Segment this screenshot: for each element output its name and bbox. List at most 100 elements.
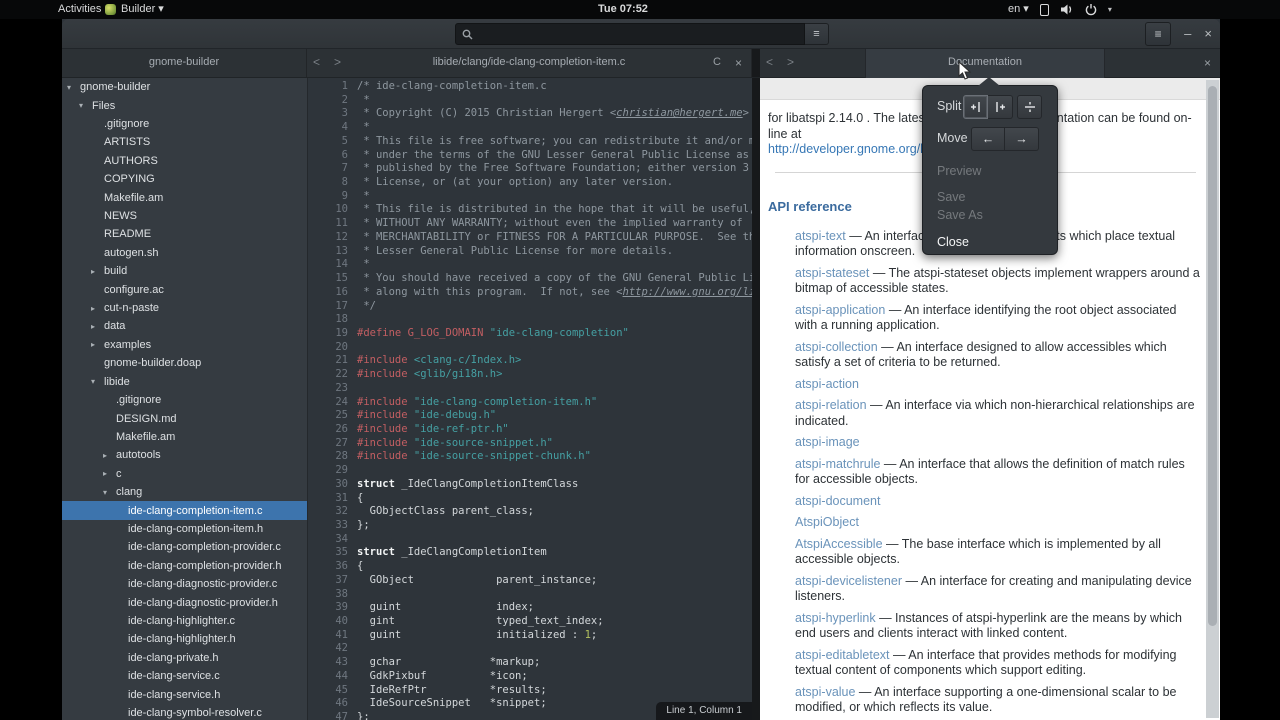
- tree-item-ARTISTS[interactable]: ARTISTS: [62, 133, 307, 151]
- tree-item-ide-clang-private.h[interactable]: ide-clang-private.h: [62, 649, 307, 667]
- system-status-area[interactable]: en ▾ ▾: [1008, 2, 1112, 17]
- tree-item-autotools[interactable]: ▸ autotools: [62, 446, 307, 464]
- code-line[interactable]: GdkPixbuf *icon;: [357, 670, 752, 684]
- doc-link-AtspiAccessible[interactable]: AtspiAccessible: [795, 537, 883, 551]
- pane-divider[interactable]: [752, 78, 760, 720]
- doc-scrollbar-thumb[interactable]: [1208, 86, 1217, 626]
- tree-item-data[interactable]: ▸ data: [62, 317, 307, 335]
- editor-tab[interactable]: <> libide/clang/ide-clang-completion-ite…: [307, 49, 752, 77]
- tree-item-Makefile.am[interactable]: Makefile.am: [62, 428, 307, 446]
- code-line[interactable]: {: [357, 492, 752, 506]
- code-line[interactable]: };: [357, 519, 752, 533]
- code-line[interactable]: gchar *markup;: [357, 656, 752, 670]
- doc-link-atspi-image[interactable]: atspi-image: [795, 435, 860, 449]
- move-right-button[interactable]: →: [1005, 127, 1039, 151]
- code-line[interactable]: #include "ide-source-snippet.h": [357, 437, 752, 451]
- doc-link-atspi-stateset[interactable]: atspi-stateset: [795, 266, 869, 280]
- tree-item-ide-clang-diagnostic-provider.c[interactable]: ide-clang-diagnostic-provider.c: [62, 575, 307, 593]
- code-line[interactable]: *: [357, 190, 752, 204]
- code-line[interactable]: *: [357, 94, 752, 108]
- doc-link-atspi-hyperlink[interactable]: atspi-hyperlink: [795, 611, 876, 625]
- forward-icon[interactable]: >: [787, 55, 808, 69]
- expander-open-icon[interactable]: ▾: [67, 83, 80, 92]
- code-line[interactable]: * License, or (at your option) any later…: [357, 176, 752, 190]
- code-line[interactable]: [357, 642, 752, 656]
- tree-item-COPYING[interactable]: COPYING: [62, 170, 307, 188]
- code-line[interactable]: {: [357, 560, 752, 574]
- tree-item-autogen.sh[interactable]: autogen.sh: [62, 244, 307, 262]
- doc-link-atspi-value[interactable]: atspi-value: [795, 685, 855, 699]
- doc-scrollbar[interactable]: [1206, 80, 1219, 718]
- expander-closed-icon[interactable]: ▸: [91, 267, 104, 276]
- code-line[interactable]: *: [357, 121, 752, 135]
- editor-close-icon[interactable]: ×: [735, 56, 742, 70]
- code-line[interactable]: /* ide-clang-completion-item.c: [357, 80, 752, 94]
- pane-divider[interactable]: [752, 49, 760, 77]
- code-line[interactable]: [357, 341, 752, 355]
- doc-link-atspi-action[interactable]: atspi-action: [795, 377, 859, 391]
- tree-item-Files[interactable]: ▾ Files: [62, 96, 307, 114]
- code-editor[interactable]: 1 2 3 4 5 6 7 8 9 10 11 12 13 14 15 16 17 18 19 20 21 22 23 24 2…: [307, 78, 752, 720]
- doc-link-atspi-text[interactable]: atspi-text: [795, 229, 846, 243]
- expander-open-icon[interactable]: ▾: [91, 377, 104, 386]
- window-menu-button[interactable]: ≡: [1145, 22, 1172, 46]
- tree-item-clang[interactable]: ▾ clang: [62, 483, 307, 501]
- code-line[interactable]: struct _IdeClangCompletionItemClass: [357, 478, 752, 492]
- close-button[interactable]: ×: [1204, 22, 1212, 46]
- code-line[interactable]: #include <clang-c/Index.h>: [357, 354, 752, 368]
- tree-item-ide-clang-service.c[interactable]: ide-clang-service.c: [62, 667, 307, 685]
- code-line[interactable]: struct _IdeClangCompletionItem: [357, 546, 752, 560]
- expander-closed-icon[interactable]: ▸: [103, 451, 116, 460]
- code-line[interactable]: * MERCHANTABILITY or FITNESS FOR A PARTI…: [357, 231, 752, 245]
- tree-item-ide-clang-symbol-resolver.c[interactable]: ide-clang-symbol-resolver.c: [62, 704, 307, 720]
- code-line[interactable]: guint index;: [357, 601, 752, 615]
- doc-link-atspi-relation[interactable]: atspi-relation: [795, 398, 867, 412]
- tree-item-gnome-builder[interactable]: ▾ gnome-builder: [62, 78, 307, 96]
- tree-item-README[interactable]: README: [62, 225, 307, 243]
- doc-link-AtspiObject[interactable]: AtspiObject: [795, 515, 859, 529]
- doc-link-atspi-application[interactable]: atspi-application: [795, 303, 885, 317]
- tree-item-DESIGN.md[interactable]: DESIGN.md: [62, 409, 307, 427]
- doc-link-atspi-collection[interactable]: atspi-collection: [795, 340, 878, 354]
- doc-link-atspi-document[interactable]: atspi-document: [795, 494, 880, 508]
- tree-item-ide-clang-service.h[interactable]: ide-clang-service.h: [62, 685, 307, 703]
- tree-item-.gitignore[interactable]: .gitignore: [62, 115, 307, 133]
- clock[interactable]: Tue 07:52: [598, 2, 648, 17]
- code-line[interactable]: * Copyright (C) 2015 Christian Hergert <…: [357, 107, 752, 121]
- split-left-button[interactable]: [963, 95, 988, 119]
- code-line[interactable]: *: [357, 258, 752, 272]
- code-line[interactable]: IdeRefPtr *results;: [357, 684, 752, 698]
- code-line[interactable]: [357, 533, 752, 547]
- tree-item-NEWS[interactable]: NEWS: [62, 207, 307, 225]
- code-line[interactable]: #include <glib/gi18n.h>: [357, 368, 752, 382]
- doc-link-atspi-devicelistener[interactable]: atspi-devicelistener: [795, 574, 902, 588]
- code-line[interactable]: [357, 382, 752, 396]
- tree-item-c[interactable]: ▸ c: [62, 465, 307, 483]
- code-line[interactable]: * along with this program. If not, see <…: [357, 286, 752, 300]
- code-line[interactable]: [357, 588, 752, 602]
- code-line[interactable]: */: [357, 300, 752, 314]
- split-down-button[interactable]: [1017, 95, 1042, 119]
- code-line[interactable]: GObject parent_instance;: [357, 574, 752, 588]
- code-line[interactable]: guint initialized : 1;: [357, 629, 752, 643]
- expander-closed-icon[interactable]: ▸: [91, 340, 104, 349]
- code-line[interactable]: * published by the Free Software Foundat…: [357, 162, 752, 176]
- expander-closed-icon[interactable]: ▸: [103, 469, 116, 478]
- code-line[interactable]: * This file is free software; you can re…: [357, 135, 752, 149]
- doc-close-icon[interactable]: ×: [1204, 56, 1211, 70]
- expander-closed-icon[interactable]: ▸: [91, 322, 104, 331]
- tree-item-gnome-builder.doap[interactable]: gnome-builder.doap: [62, 354, 307, 372]
- code-line[interactable]: * Lesser General Public License for more…: [357, 245, 752, 259]
- tree-item-ide-clang-completion-provider.h[interactable]: ide-clang-completion-provider.h: [62, 557, 307, 575]
- expander-open-icon[interactable]: ▾: [103, 488, 116, 497]
- move-left-button[interactable]: ←: [971, 127, 1005, 151]
- tree-item-ide-clang-highlighter.c[interactable]: ide-clang-highlighter.c: [62, 612, 307, 630]
- code-line[interactable]: [357, 313, 752, 327]
- code-line[interactable]: * WITHOUT ANY WARRANTY; without even the…: [357, 217, 752, 231]
- language-badge[interactable]: C: [713, 56, 721, 68]
- tree-item-examples[interactable]: ▸ examples: [62, 336, 307, 354]
- code-line[interactable]: #define G_LOG_DOMAIN "ide-clang-completi…: [357, 327, 752, 341]
- back-icon[interactable]: <: [766, 55, 787, 69]
- code-line[interactable]: #include "ide-ref-ptr.h": [357, 423, 752, 437]
- menu-item-close[interactable]: Close: [937, 235, 969, 249]
